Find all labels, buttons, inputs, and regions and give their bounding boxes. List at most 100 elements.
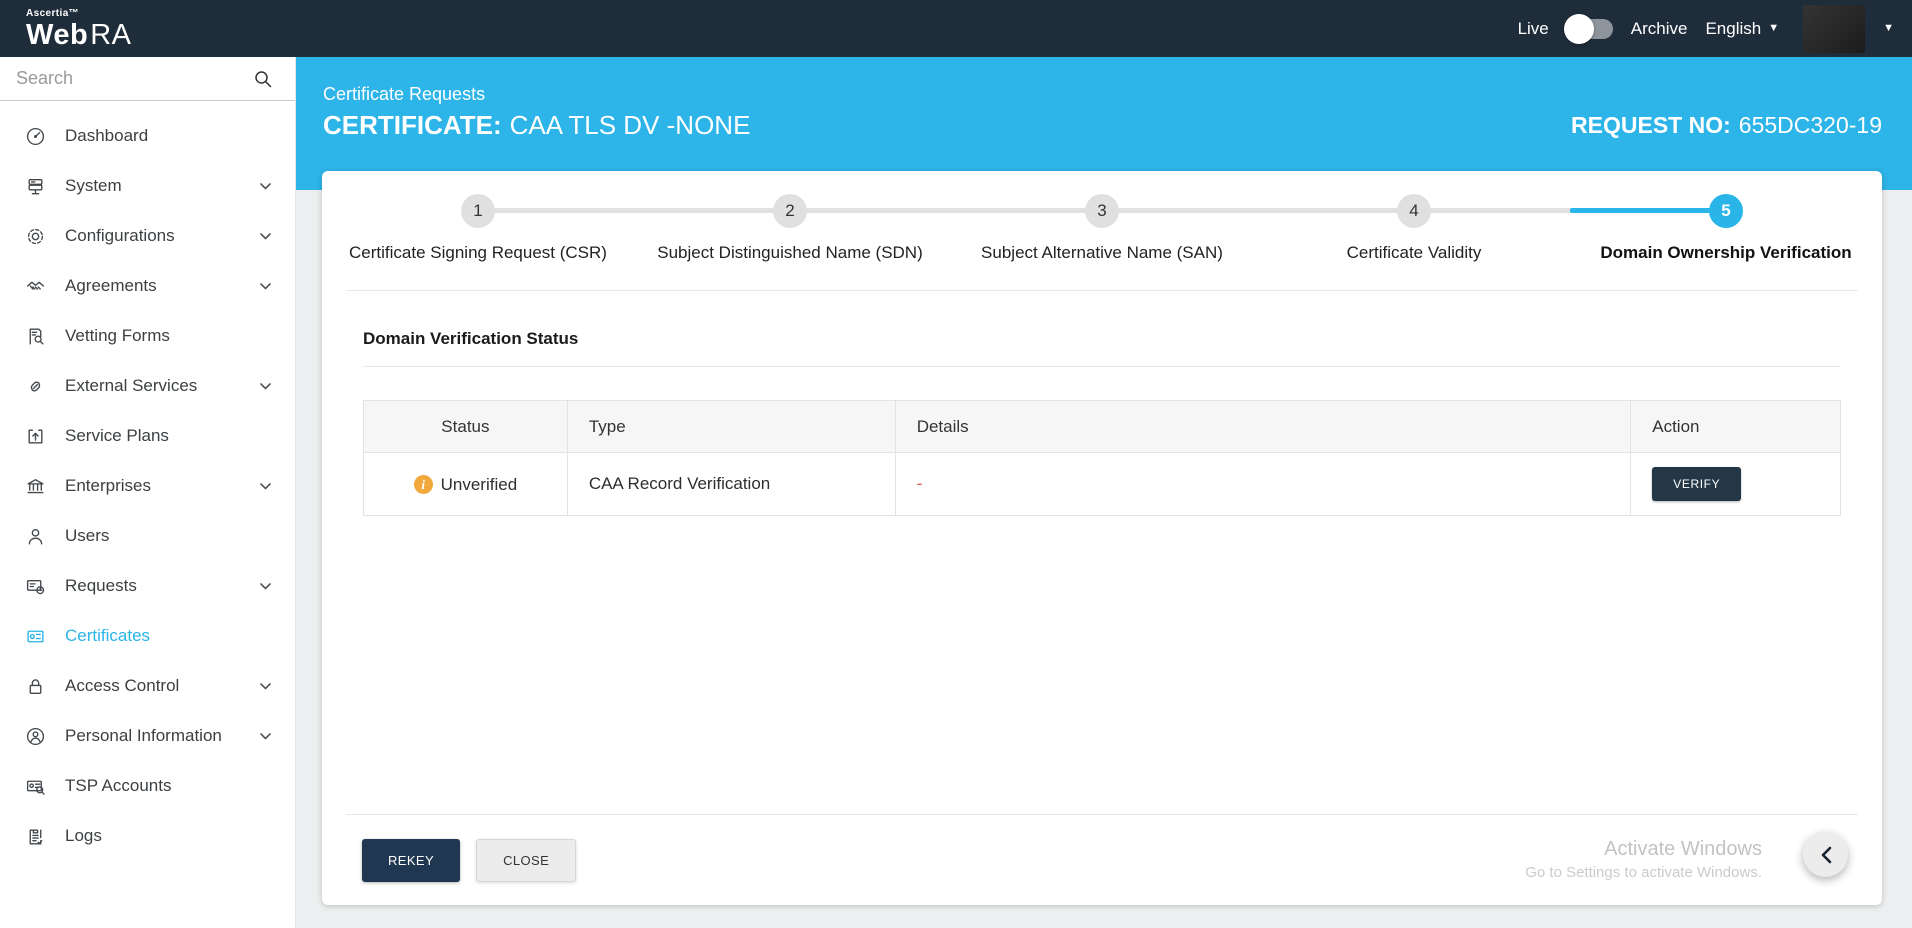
sidebar-search [0,57,295,101]
sidebar-item-tsp-accounts[interactable]: TSP Accounts [0,761,295,811]
toggle-knob[interactable] [1564,14,1594,44]
step-circle[interactable]: 3 [1085,194,1119,228]
step-domain-ownership[interactable]: 5 Domain Ownership Verification [1570,194,1882,263]
sidebar-item-label: Users [65,526,109,546]
windows-activation-watermark: Activate Windows Go to Settings to activ… [1525,836,1842,883]
sidebar-item-personal-information[interactable]: Personal Information [0,711,295,761]
sidebar-item-vetting-forms[interactable]: Vetting Forms [0,311,295,361]
step-circle[interactable]: 4 [1397,194,1431,228]
live-archive-toggle[interactable] [1567,19,1613,39]
step-label: Domain Ownership Verification [1600,243,1851,263]
page-title-value: CAA TLS DV -NONE [510,110,751,140]
watermark-line1: Activate Windows [1525,836,1762,863]
request-card-icon [25,576,46,597]
language-label: English [1705,19,1761,39]
user-menu-caret-icon[interactable]: ▼ [1883,23,1894,34]
collapse-chevron-button[interactable] [1803,832,1848,877]
sidebar-item-label: Requests [65,576,137,596]
main-content: Certificate Requests CERTIFICATE:CAA TLS… [296,0,1912,905]
step-sdn[interactable]: 2 Subject Distinguished Name (SDN) [634,194,946,263]
sidebar-item-configurations[interactable]: Configurations [0,211,295,261]
sidebar-item-label: Access Control [65,676,179,696]
verify-button[interactable]: VERIFY [1652,467,1741,501]
sidebar-nav: Dashboard System Configurations Agreemen… [0,101,295,861]
section-divider [363,366,1841,367]
step-san[interactable]: 3 Subject Alternative Name (SAN) [946,194,1258,263]
sidebar-item-label: Personal Information [65,726,222,746]
user-avatar[interactable] [1803,5,1865,53]
live-label: Live [1518,19,1549,39]
close-button[interactable]: CLOSE [476,839,576,882]
step-circle[interactable]: 1 [461,194,495,228]
info-icon: i [414,475,433,494]
wizard-stepper: 1 Certificate Signing Request (CSR) 2 Su… [322,171,1882,263]
status-text: Unverified [441,475,518,495]
domain-verification-table: Status Type Details Action i Unverified [363,400,1841,516]
request-number-value: 655DC320-19 [1739,112,1882,138]
search-icon[interactable] [253,69,273,89]
chevron-down-icon [260,583,271,590]
type-cell: CAA Record Verification [567,453,895,516]
chevron-left-icon [1820,846,1832,864]
sidebar-item-system[interactable]: System [0,161,295,211]
sidebar-item-enterprises[interactable]: Enterprises [0,461,295,511]
domain-verification-section: Domain Verification Status Status Type D… [322,291,1882,814]
action-cell: VERIFY [1631,453,1841,516]
sidebar-item-logs[interactable]: Logs [0,811,295,861]
details-value: - [917,474,923,493]
step-validity[interactable]: 4 Certificate Validity [1258,194,1570,263]
gear-icon [25,226,46,247]
column-header-action: Action [1631,401,1841,453]
sidebar-item-label: Configurations [65,226,175,246]
sidebar: Dashboard System Configurations Agreemen… [0,57,296,928]
chevron-down-icon [260,383,271,390]
brand-product: WebRA [26,21,132,50]
breadcrumb: Certificate Requests [323,84,750,105]
page-title: CERTIFICATE:CAA TLS DV -NONE [323,110,750,141]
sidebar-item-access-control[interactable]: Access Control [0,661,295,711]
dashboard-icon [25,126,46,147]
chevron-down-icon [260,733,271,740]
user-icon [25,526,46,547]
chevron-down-icon [260,683,271,690]
handshake-icon [25,276,46,297]
step-csr[interactable]: 1 Certificate Signing Request (CSR) [322,194,634,263]
sidebar-item-certificates[interactable]: Certificates [0,611,295,661]
server-icon [25,176,46,197]
search-input[interactable] [16,68,253,89]
sidebar-item-label: Agreements [65,276,157,296]
person-circle-icon [25,726,46,747]
table-header-row: Status Type Details Action [364,401,1841,453]
bank-icon [25,476,46,497]
archive-label: Archive [1631,19,1688,39]
navbar-actions: Live Archive English ▼ ▼ [1518,5,1894,53]
step-label: Subject Distinguished Name (SDN) [657,243,923,263]
watermark-line2: Go to Settings to activate Windows. [1525,863,1762,883]
rekey-button[interactable]: REKEY [362,839,460,882]
sidebar-item-service-plans[interactable]: Service Plans [0,411,295,461]
sidebar-item-users[interactable]: Users [0,511,295,561]
top-navbar: Ascertia™ WebRA Live Archive English ▼ ▼ [0,0,1912,57]
sidebar-item-external-services[interactable]: External Services [0,361,295,411]
chevron-down-icon [260,283,271,290]
card-footer: REKEY CLOSE Activate Windows Go to Setti… [322,815,1882,905]
column-header-status: Status [364,401,568,453]
chevron-down-icon [260,183,271,190]
sidebar-item-dashboard[interactable]: Dashboard [0,111,295,161]
language-dropdown[interactable]: English ▼ [1705,19,1779,39]
sidebar-item-agreements[interactable]: Agreements [0,261,295,311]
sidebar-item-label: System [65,176,122,196]
clipboard-icon [25,826,46,847]
sidebar-item-label: Enterprises [65,476,151,496]
sidebar-item-label: Vetting Forms [65,326,170,346]
step-circle[interactable]: 5 [1709,194,1743,228]
status-cell: i Unverified [364,453,568,516]
details-cell: - [895,453,1631,516]
step-circle[interactable]: 2 [773,194,807,228]
chevron-down-icon [260,483,271,490]
step-label: Certificate Validity [1347,243,1482,263]
sidebar-item-requests[interactable]: Requests [0,561,295,611]
box-arrow-icon [25,426,46,447]
caret-down-icon: ▼ [1768,23,1779,34]
app-logo[interactable]: Ascertia™ WebRA [26,7,132,50]
